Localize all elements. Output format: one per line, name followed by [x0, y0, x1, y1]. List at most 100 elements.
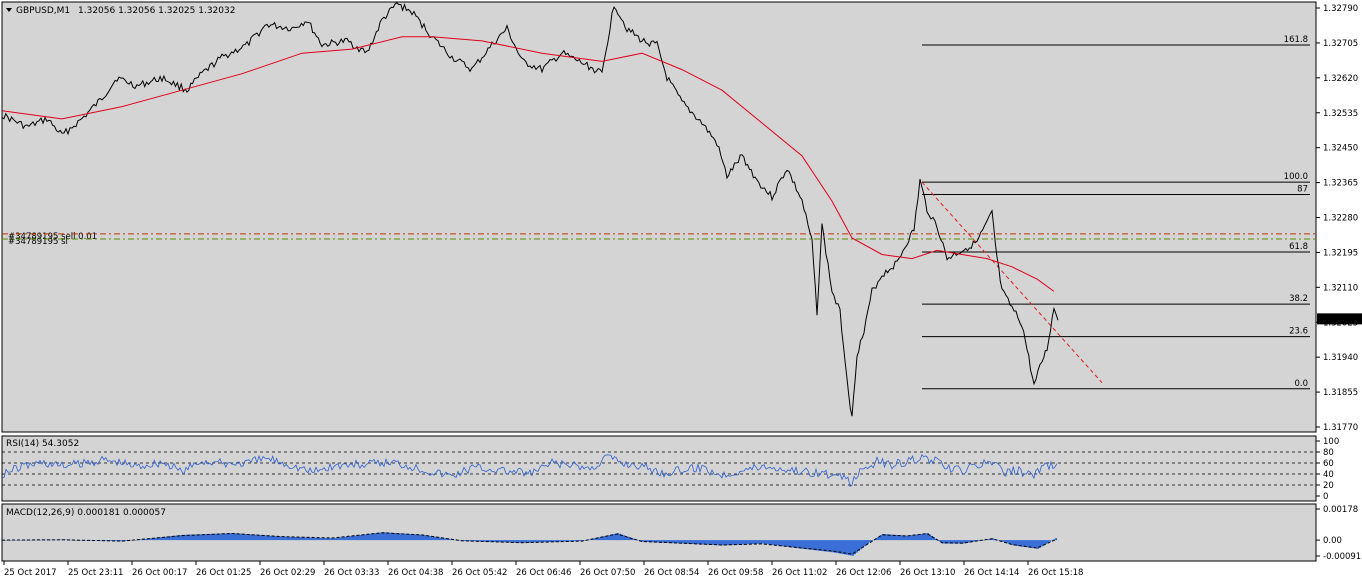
macd-histogram-bar [907, 535, 909, 541]
macd-histogram-bar [160, 537, 162, 541]
x-tick-label: 25 Oct 23:11 [68, 568, 123, 578]
macd-panel[interactable] [1, 503, 1317, 562]
x-tick-label: 26 Oct 05:42 [452, 568, 507, 578]
main-panel[interactable] [1, 1, 1317, 433]
y-tick-label: 1.31940 [1323, 353, 1358, 363]
y-tick-label: 1.32450 [1323, 144, 1358, 154]
macd-histogram-bar [734, 540, 736, 545]
macd-histogram-bar [642, 540, 644, 542]
macd-histogram-bar [444, 538, 446, 541]
macd-histogram-bar [310, 537, 312, 541]
macd-histogram-bar [692, 540, 694, 545]
macd-histogram-bar [740, 540, 742, 545]
y-tick-label: 1.32620 [1323, 74, 1358, 84]
macd-histogram-bar [702, 540, 704, 545]
rsi-panel[interactable] [1, 435, 1317, 502]
ohlc-label: 1.32056 1.32056 1.32025 1.32032 [78, 6, 235, 16]
macd-histogram-bar [736, 540, 738, 545]
macd-histogram-bar [782, 540, 784, 547]
macd-histogram-bar [140, 539, 142, 541]
x-tick-label: 26 Oct 09:58 [708, 568, 763, 578]
macd-histogram-bar [404, 533, 406, 541]
macd-histogram-bar [410, 534, 412, 541]
x-tick-label: 26 Oct 11:02 [772, 568, 827, 578]
macd-histogram-bar [320, 537, 322, 541]
fib-level-label: 161.8 [1284, 35, 1308, 45]
macd-histogram-bar [770, 540, 772, 545]
macd-histogram-bar [368, 533, 370, 541]
macd-histogram-bar [748, 540, 750, 545]
macd-histogram-bar [434, 536, 436, 541]
macd-histogram-bar [732, 540, 734, 545]
macd-histogram-bar [554, 540, 556, 542]
macd-histogram-bar [350, 536, 352, 541]
macd-histogram-bar [544, 540, 546, 543]
macd-histogram-bar [911, 535, 913, 541]
macd-histogram-bar [798, 540, 800, 549]
y-tick-label: 1.32705 [1323, 39, 1358, 49]
macd-histogram-bar [1045, 540, 1047, 545]
macd-histogram-bar [30, 539, 32, 541]
macd-histogram-bar [298, 537, 300, 541]
macd-histogram-bar [338, 537, 340, 541]
macd-histogram-bar [762, 540, 764, 544]
macd-histogram-bar [915, 534, 917, 541]
macd-histogram-bar [200, 534, 202, 541]
macd-histogram-bar [340, 537, 342, 541]
macd-histogram-bar [316, 537, 318, 541]
macd-histogram-bar [514, 540, 516, 543]
x-tick-label: 26 Oct 02:29 [260, 568, 315, 578]
macd-histogram-bar [240, 533, 242, 541]
macd-histogram-bar [742, 540, 744, 545]
macd-histogram-bar [238, 533, 240, 541]
macd-histogram-bar [909, 535, 911, 541]
fib-level-label: 61.8 [1289, 242, 1308, 252]
macd-histogram-bar [312, 537, 314, 541]
macd-histogram-bar [70, 539, 72, 541]
macd-histogram-bar [840, 540, 842, 554]
macd-histogram-bar [923, 533, 925, 541]
macd-histogram-bar [778, 540, 780, 546]
macd-histogram-bar [376, 532, 378, 541]
macd-histogram-bar [958, 540, 960, 544]
macd-histogram-bar [80, 540, 82, 541]
macd-histogram-bar [210, 533, 212, 541]
macd-histogram-bar [10, 540, 12, 541]
macd-histogram-bar [346, 536, 348, 541]
macd-histogram-bar [232, 533, 234, 541]
macd-histogram-bar [792, 540, 794, 548]
x-tick-label: 26 Oct 03:33 [324, 568, 379, 578]
macd-histogram-bar [754, 540, 756, 544]
rsi-y-tick-label: 40 [1323, 470, 1334, 480]
macd-histogram-bar [226, 533, 228, 541]
y-tick-label: 1.32365 [1323, 179, 1358, 189]
x-tick-label: 25 Oct 2017 [4, 568, 57, 578]
macd-histogram-bar [1032, 540, 1034, 549]
y-tick-label: 1.32280 [1323, 214, 1358, 224]
gbpusd-chart[interactable]: GBPUSD,M1 1.32056 1.32056 1.32025 1.3203… [0, 0, 1362, 582]
macd-histogram-bar [342, 537, 344, 541]
x-tick-label: 26 Oct 14:14 [964, 568, 1019, 578]
macd-histogram-bar [939, 540, 941, 542]
rsi-y-tick-label: 80 [1323, 448, 1334, 458]
macd-histogram-bar [948, 540, 950, 544]
x-tick-label: 26 Oct 12:06 [836, 568, 891, 578]
macd-histogram-bar [250, 534, 252, 541]
macd-histogram-bar [774, 540, 776, 546]
macd-histogram-bar [236, 533, 238, 541]
macd-histogram-bar [637, 540, 639, 541]
macd-histogram-bar [794, 540, 796, 548]
macd-histogram-bar [494, 540, 496, 542]
macd-histogram-bar [682, 540, 684, 544]
macd-histogram-bar [120, 540, 122, 542]
macd-histogram-bar [768, 540, 770, 545]
macd-histogram-bar [230, 533, 232, 541]
macd-histogram-bar [406, 533, 408, 541]
macd-histogram-bar [318, 537, 320, 541]
macd-histogram-bar [264, 535, 266, 541]
macd-histogram-bar [746, 540, 748, 545]
fib-level-label: 23.6 [1289, 327, 1308, 337]
macd-histogram-bar [764, 540, 766, 544]
macd-histogram-bar [356, 535, 358, 541]
symbol-label: GBPUSD,M1 [16, 6, 70, 16]
